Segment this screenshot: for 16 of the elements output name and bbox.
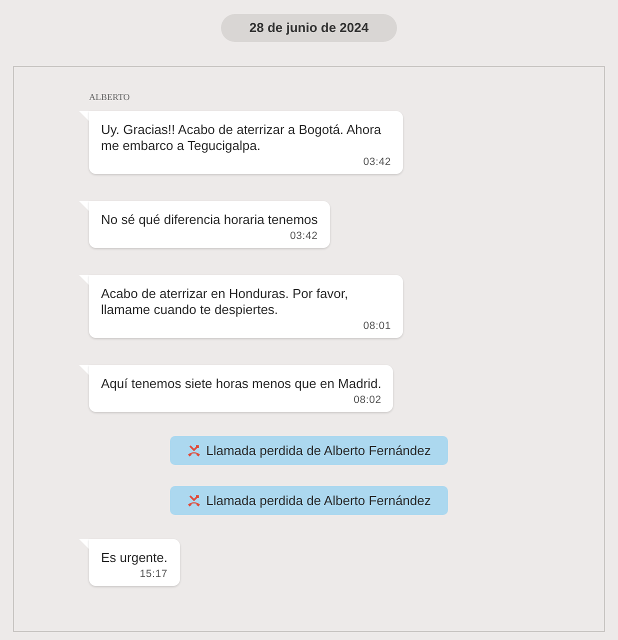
message-time: 03:42 [290,230,318,242]
sender-name: ALBERTO [89,92,131,102]
message-text: Aquí tenemos siete horas menos que en Madrid. [101,376,382,392]
message-time: 08:02 [354,394,382,406]
message-time: 15:17 [140,568,168,580]
missed-call-icon [187,494,202,506]
missed-call-text: Llamada perdida de Alberto Fernández [206,443,431,458]
message-text: Es urgente. [101,550,168,566]
message-text: No sé qué diferencia horaria tenemos [101,212,318,228]
message-time: 08:01 [363,320,391,332]
message-time: 03:42 [363,156,391,168]
missed-call-text: Llamada perdida de Alberto Fernández [206,493,431,508]
message-text: Acabo de aterrizar en Honduras. Por favor, llamame cuando te despiertes. [101,286,350,318]
date-badge: 28 de junio de 2024 [221,14,397,42]
missed-call-icon [187,444,202,456]
message-text: Uy. Gracias!! Acabo de aterrizar a Bogotá. Ahora me embarco a Tegucigalpa. [101,122,382,154]
